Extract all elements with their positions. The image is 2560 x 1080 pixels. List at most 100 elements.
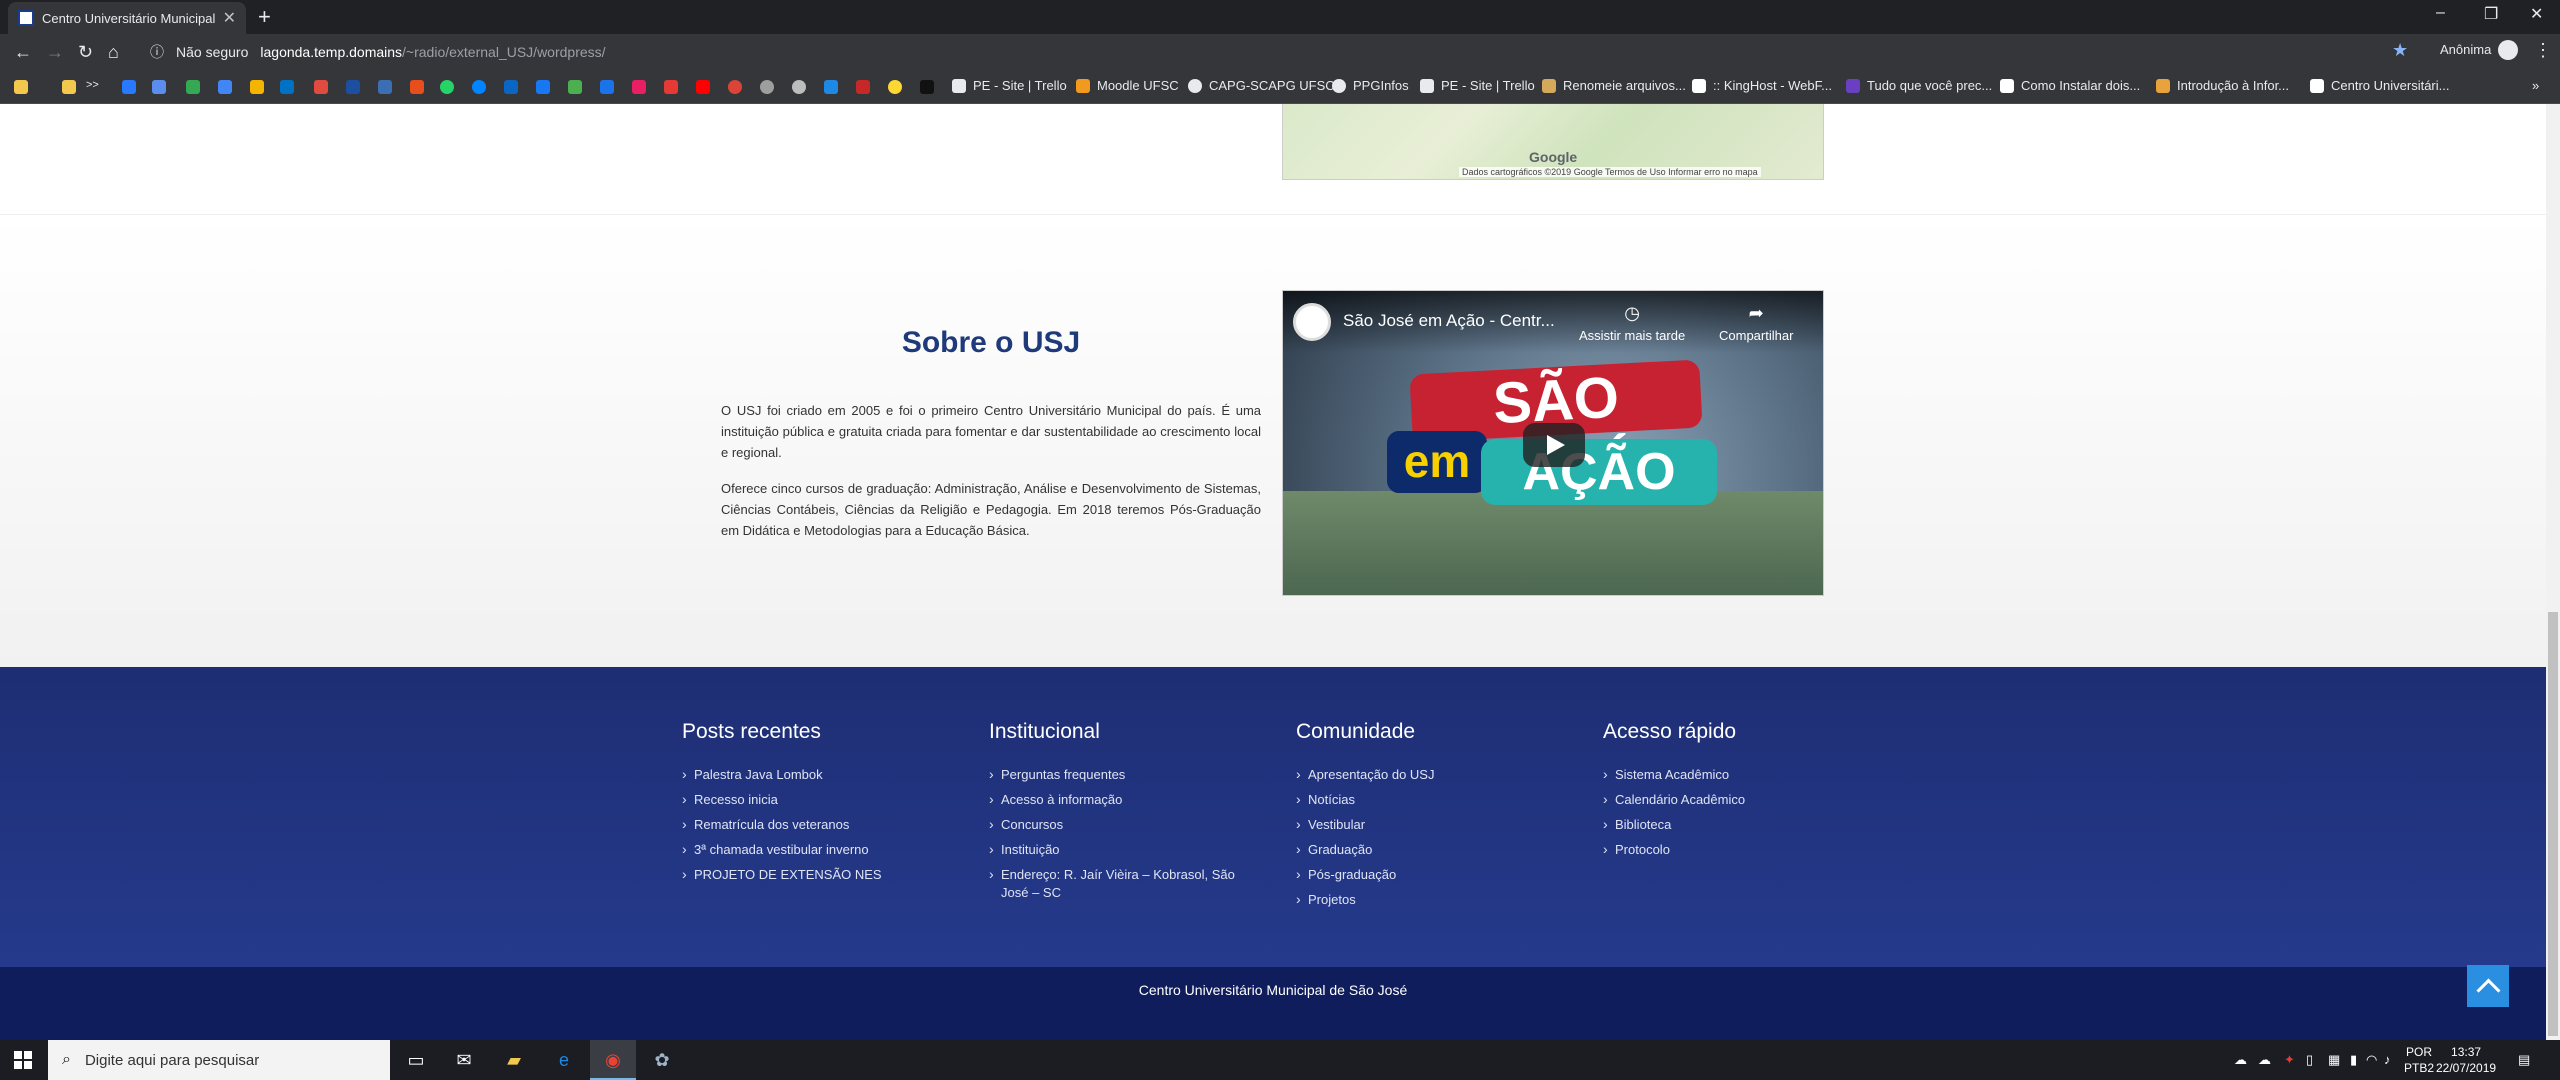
school-icon[interactable] <box>378 80 392 94</box>
bookmark-icon[interactable] <box>920 80 934 94</box>
bookmark-icon[interactable] <box>664 80 678 94</box>
bookmark-icon[interactable] <box>728 80 742 94</box>
youtube-icon[interactable] <box>696 80 710 94</box>
folder-icon[interactable] <box>62 80 76 94</box>
apps-folder-icon[interactable] <box>14 80 28 94</box>
bookmark-item[interactable]: :: KingHost - WebF... <box>1692 78 1832 93</box>
footer-link[interactable]: Apresentação do USJ <box>1296 765 1576 784</box>
network-tray-icon[interactable]: ▦ <box>2328 1052 2340 1068</box>
antivirus-tray-icon[interactable]: ✦ <box>2284 1052 2295 1068</box>
minimize-button[interactable]: – <box>2436 4 2445 22</box>
share-button[interactable]: ➦ Compartilhar <box>1719 303 1793 343</box>
bookmark-icon[interactable] <box>632 80 646 94</box>
taskbar-search-box[interactable]: ⌕ Digite aqui para pesquisar <box>48 1040 390 1080</box>
task-view-icon[interactable]: ▭ <box>404 1048 428 1072</box>
trello-icon[interactable] <box>122 80 136 94</box>
bookmarks-overflow-button[interactable]: » <box>2532 78 2539 93</box>
wifi-tray-icon[interactable]: ◠ <box>2366 1052 2377 1068</box>
bookmarks-overflow-left[interactable]: >> <box>86 79 99 91</box>
cloud-tray-icon[interactable]: ☁ <box>2258 1052 2271 1068</box>
link-icon[interactable] <box>824 80 838 94</box>
new-tab-button[interactable]: + <box>258 4 271 30</box>
scrollbar-thumb[interactable] <box>2548 612 2558 1036</box>
footer-link[interactable]: Instituição <box>989 840 1239 859</box>
chrome-taskbar-icon[interactable]: ◉ <box>590 1040 636 1080</box>
close-window-button[interactable]: ✕ <box>2530 4 2543 24</box>
usb-tray-icon[interactable]: ▯ <box>2306 1052 2313 1068</box>
back-button[interactable]: ← <box>14 42 32 63</box>
bookmark-item[interactable]: PE - Site | Trello <box>952 78 1067 93</box>
home-button[interactable]: ⌂ <box>108 42 119 63</box>
volume-tray-icon[interactable]: ♪ <box>2384 1052 2391 1067</box>
info-icon[interactable]: ⓘ <box>150 42 164 62</box>
channel-avatar[interactable] <box>1293 303 1331 341</box>
bookmark-item[interactable]: CAPG-SCAPG UFSC <box>1188 78 1335 93</box>
drive-icon[interactable] <box>186 80 200 94</box>
footer-link[interactable]: Projetos <box>1296 890 1576 909</box>
map-attribution[interactable]: Dados cartográficos ©2019 Google Termos … <box>1459 167 1761 177</box>
messenger-icon[interactable] <box>472 80 486 94</box>
video-title[interactable]: São José em Ação - Centr... <box>1343 311 1555 331</box>
bookmark-icon[interactable] <box>792 80 806 94</box>
footer-link[interactable]: Perguntas frequentes <box>989 765 1239 784</box>
bookmark-icon[interactable] <box>856 80 870 94</box>
incognito-icon[interactable] <box>2498 40 2518 60</box>
outlook-icon[interactable] <box>280 80 294 94</box>
bookmark-item[interactable]: Tudo que você prec... <box>1846 78 1992 93</box>
linkedin-icon[interactable] <box>504 80 518 94</box>
footer-link[interactable]: Palestra Java Lombok <box>682 765 962 784</box>
keep-icon[interactable] <box>250 80 264 94</box>
footer-link[interactable]: Recesso inicia <box>682 790 962 809</box>
play-button[interactable] <box>1523 423 1585 467</box>
footer-link[interactable]: Sistema Acadêmico <box>1603 765 1883 784</box>
bookmark-item[interactable]: PE - Site | Trello <box>1420 78 1535 93</box>
bookmark-item[interactable]: Como Instalar dois... <box>2000 78 2140 93</box>
windows-start-button[interactable] <box>14 1051 32 1069</box>
footer-link[interactable]: Acesso à informação <box>989 790 1239 809</box>
restore-button[interactable]: ❐ <box>2484 4 2498 24</box>
calendar-icon[interactable] <box>218 80 232 94</box>
bookmark-icon[interactable] <box>152 80 166 94</box>
maps-icon[interactable] <box>568 80 582 94</box>
bookmark-item[interactable]: Centro Universitári... <box>2310 78 2449 93</box>
onedrive-icon[interactable] <box>346 80 360 94</box>
footer-link[interactable]: Graduação <box>1296 840 1576 859</box>
app-taskbar-icon[interactable]: ✿ <box>650 1048 674 1072</box>
browser-menu-button[interactable]: ⋮ <box>2534 40 2552 61</box>
back-to-top-button[interactable] <box>2467 965 2509 1007</box>
onedrive-tray-icon[interactable]: ☁ <box>2234 1052 2247 1068</box>
footer-link[interactable]: PROJETO DE EXTENSÃO NES <box>682 865 962 884</box>
whatsapp-icon[interactable] <box>440 80 454 94</box>
address-bar[interactable]: ⓘ Não seguro lagonda.temp.domains/~radio… <box>140 38 2390 66</box>
footer-link[interactable]: 3ª chamada vestibular inverno <box>682 840 962 859</box>
bookmark-icon[interactable] <box>314 80 328 94</box>
watch-later-button[interactable]: ◷ Assistir mais tarde <box>1579 303 1685 343</box>
battery-tray-icon[interactable]: ▮ <box>2350 1052 2357 1068</box>
bookmark-item[interactable]: Moodle UFSC <box>1076 78 1179 93</box>
embedded-map[interactable]: Google Dados cartográficos ©2019 Google … <box>1282 104 1824 180</box>
forward-button[interactable]: → <box>46 42 64 63</box>
bookmark-item[interactable]: PPGInfos <box>1332 78 1409 93</box>
footer-link[interactable]: Protocolo <box>1603 840 1883 859</box>
footer-link[interactable]: Pós-graduação <box>1296 865 1576 884</box>
browser-tab[interactable]: Centro Universitário Municipal de São Jo… <box>8 2 246 34</box>
bookmark-item[interactable]: Introdução à Infor... <box>2156 78 2289 93</box>
mail-icon[interactable]: ✉ <box>452 1048 476 1072</box>
edge-icon[interactable]: e <box>552 1048 576 1072</box>
bookmark-icon[interactable] <box>600 80 614 94</box>
close-tab-icon[interactable]: ✕ <box>223 8 236 28</box>
bookmark-icon[interactable] <box>760 80 774 94</box>
footer-link[interactable]: Biblioteca <box>1603 815 1883 834</box>
footer-link[interactable]: Concursos <box>989 815 1239 834</box>
footer-link[interactable]: Rematrícula dos veteranos <box>682 815 962 834</box>
footer-link[interactable]: Calendário Acadêmico <box>1603 790 1883 809</box>
bookmark-star-icon[interactable]: ★ <box>2392 40 2408 61</box>
reload-button[interactable]: ↻ <box>78 42 93 63</box>
bookmark-icon[interactable] <box>888 80 902 94</box>
file-explorer-icon[interactable]: ▰ <box>502 1048 526 1072</box>
notification-center-icon[interactable]: ▤ <box>2518 1052 2530 1068</box>
footer-link[interactable]: Notícias <box>1296 790 1576 809</box>
youtube-video-embed[interactable]: SÃO JOSÉ em AÇÃO São José em Ação - Cent… <box>1282 290 1824 596</box>
bookmark-icon[interactable] <box>410 80 424 94</box>
bookmark-item[interactable]: Renomeie arquivos... <box>1542 78 1686 93</box>
